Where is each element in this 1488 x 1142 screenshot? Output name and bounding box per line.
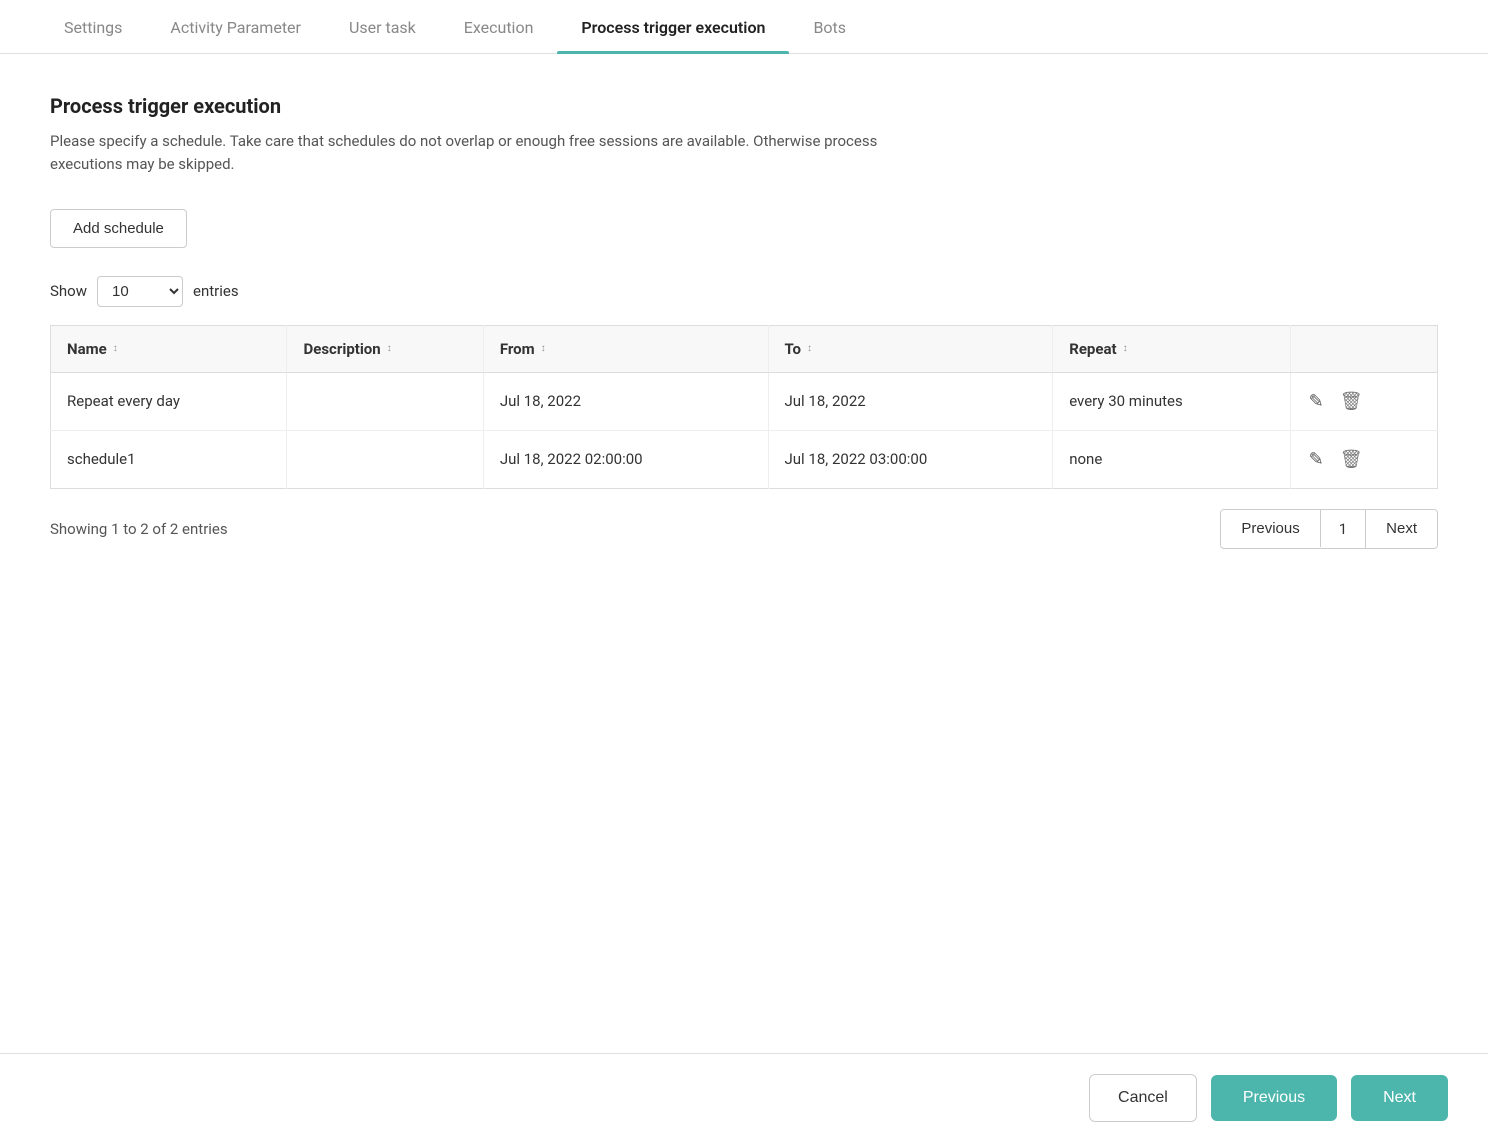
col-header-from[interactable]: From ↕ — [483, 325, 768, 372]
col-header-name[interactable]: Name ↕ — [51, 325, 287, 372]
tab-user-task[interactable]: User task — [325, 0, 440, 53]
table-row: Repeat every day Jul 18, 2022Jul 18, 2022… — [51, 372, 1438, 430]
col-header-description[interactable]: Description ↕ — [287, 325, 483, 372]
cell-description-0 — [287, 372, 483, 430]
pagination-page-number: 1 — [1321, 510, 1366, 548]
col-header-actions — [1290, 325, 1437, 372]
cell-actions-1: ✎🗑 — [1290, 430, 1437, 488]
sort-icon-from: ↕ — [541, 344, 546, 354]
entries-select[interactable]: 10 25 50 100 — [97, 276, 183, 307]
pagination-previous-button[interactable]: Previous — [1221, 510, 1320, 547]
show-label: Show — [50, 282, 87, 300]
bottom-footer: Cancel Previous Next — [0, 1053, 1488, 1142]
next-button[interactable]: Next — [1351, 1075, 1448, 1121]
table-header-row: Name ↕ Description ↕ From ↕ — [51, 325, 1438, 372]
edit-button-1[interactable]: ✎ — [1307, 447, 1326, 472]
tab-bots[interactable]: Bots — [789, 0, 870, 53]
main-content: Process trigger execution Please specify… — [0, 54, 1488, 679]
action-icons: ✎🗑 — [1307, 389, 1421, 414]
page-description: Please specify a schedule. Take care tha… — [50, 130, 950, 177]
schedule-table: Name ↕ Description ↕ From ↕ — [50, 325, 1438, 489]
cancel-button[interactable]: Cancel — [1089, 1074, 1197, 1122]
pagination-next-button[interactable]: Next — [1366, 510, 1437, 547]
col-header-to[interactable]: To ↕ — [768, 325, 1053, 372]
delete-button-1[interactable]: 🗑 — [1338, 447, 1365, 472]
tab-settings[interactable]: Settings — [40, 0, 146, 53]
col-header-repeat[interactable]: Repeat ↕ — [1053, 325, 1290, 372]
table-footer: Showing 1 to 2 of 2 entries Previous 1 N… — [50, 509, 1438, 549]
edit-button-0[interactable]: ✎ — [1307, 389, 1326, 414]
cell-name-1: schedule1 — [51, 430, 287, 488]
cell-to-1: Jul 18, 2022 03:00:00 — [768, 430, 1053, 488]
action-icons: ✎🗑 — [1307, 447, 1421, 472]
table-row: schedule1 Jul 18, 2022 02:00:00Jul 18, 20… — [51, 430, 1438, 488]
sort-icon-repeat: ↕ — [1123, 344, 1128, 354]
delete-button-0[interactable]: 🗑 — [1338, 389, 1365, 414]
show-entries-row: Show 10 25 50 100 entries — [50, 276, 1438, 307]
entries-info: Showing 1 to 2 of 2 entries — [50, 520, 228, 538]
cell-from-1: Jul 18, 2022 02:00:00 — [483, 430, 768, 488]
page-title: Process trigger execution — [50, 94, 1438, 118]
cell-to-0: Jul 18, 2022 — [768, 372, 1053, 430]
tab-activity-parameter[interactable]: Activity Parameter — [146, 0, 325, 53]
tab-execution[interactable]: Execution — [440, 0, 558, 53]
cell-description-1 — [287, 430, 483, 488]
previous-button[interactable]: Previous — [1211, 1075, 1337, 1121]
sort-icon-name: ↕ — [113, 344, 118, 354]
cell-actions-0: ✎🗑 — [1290, 372, 1437, 430]
add-schedule-button[interactable]: Add schedule — [50, 209, 187, 248]
tab-process-trigger-execution[interactable]: Process trigger execution — [557, 0, 789, 53]
cell-from-0: Jul 18, 2022 — [483, 372, 768, 430]
entries-label: entries — [193, 282, 239, 300]
cell-repeat-1: none — [1053, 430, 1290, 488]
cell-repeat-0: every 30 minutes — [1053, 372, 1290, 430]
pagination-controls: Previous 1 Next — [1220, 509, 1438, 549]
tab-navigation: Settings Activity Parameter User task Ex… — [0, 0, 1488, 54]
cell-name-0: Repeat every day — [51, 372, 287, 430]
sort-icon-to: ↕ — [807, 344, 812, 354]
sort-icon-description: ↕ — [387, 344, 392, 354]
